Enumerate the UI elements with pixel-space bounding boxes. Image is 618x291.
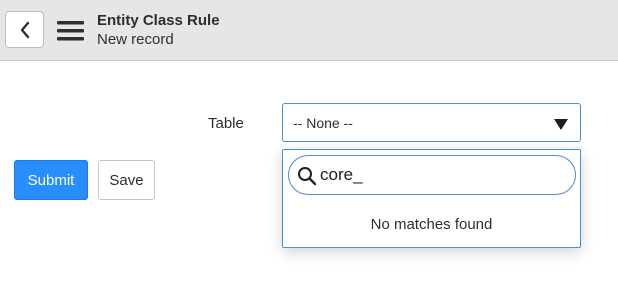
- chevron-left-icon: [20, 21, 29, 38]
- back-button[interactable]: [5, 11, 44, 48]
- caret-down-icon: [554, 119, 568, 130]
- search-input-value: core_: [320, 165, 363, 184]
- hamburger-menu-icon[interactable]: [57, 21, 84, 41]
- page-title: Entity Class Rule: [97, 12, 220, 29]
- table-select[interactable]: -- None --: [282, 103, 581, 142]
- dropdown-search-input[interactable]: core_: [288, 155, 576, 195]
- table-field-label: Table: [208, 115, 244, 132]
- save-button[interactable]: Save: [98, 160, 155, 200]
- no-matches-message: No matches found: [370, 216, 493, 233]
- table-select-value: -- None --: [293, 115, 353, 131]
- form-header: Entity Class Rule New record: [0, 0, 618, 61]
- submit-button[interactable]: Submit: [14, 160, 88, 200]
- table-dropdown-panel: core_ No matches found: [282, 149, 581, 248]
- page-subtitle: New record: [97, 31, 174, 48]
- search-icon: [298, 167, 317, 186]
